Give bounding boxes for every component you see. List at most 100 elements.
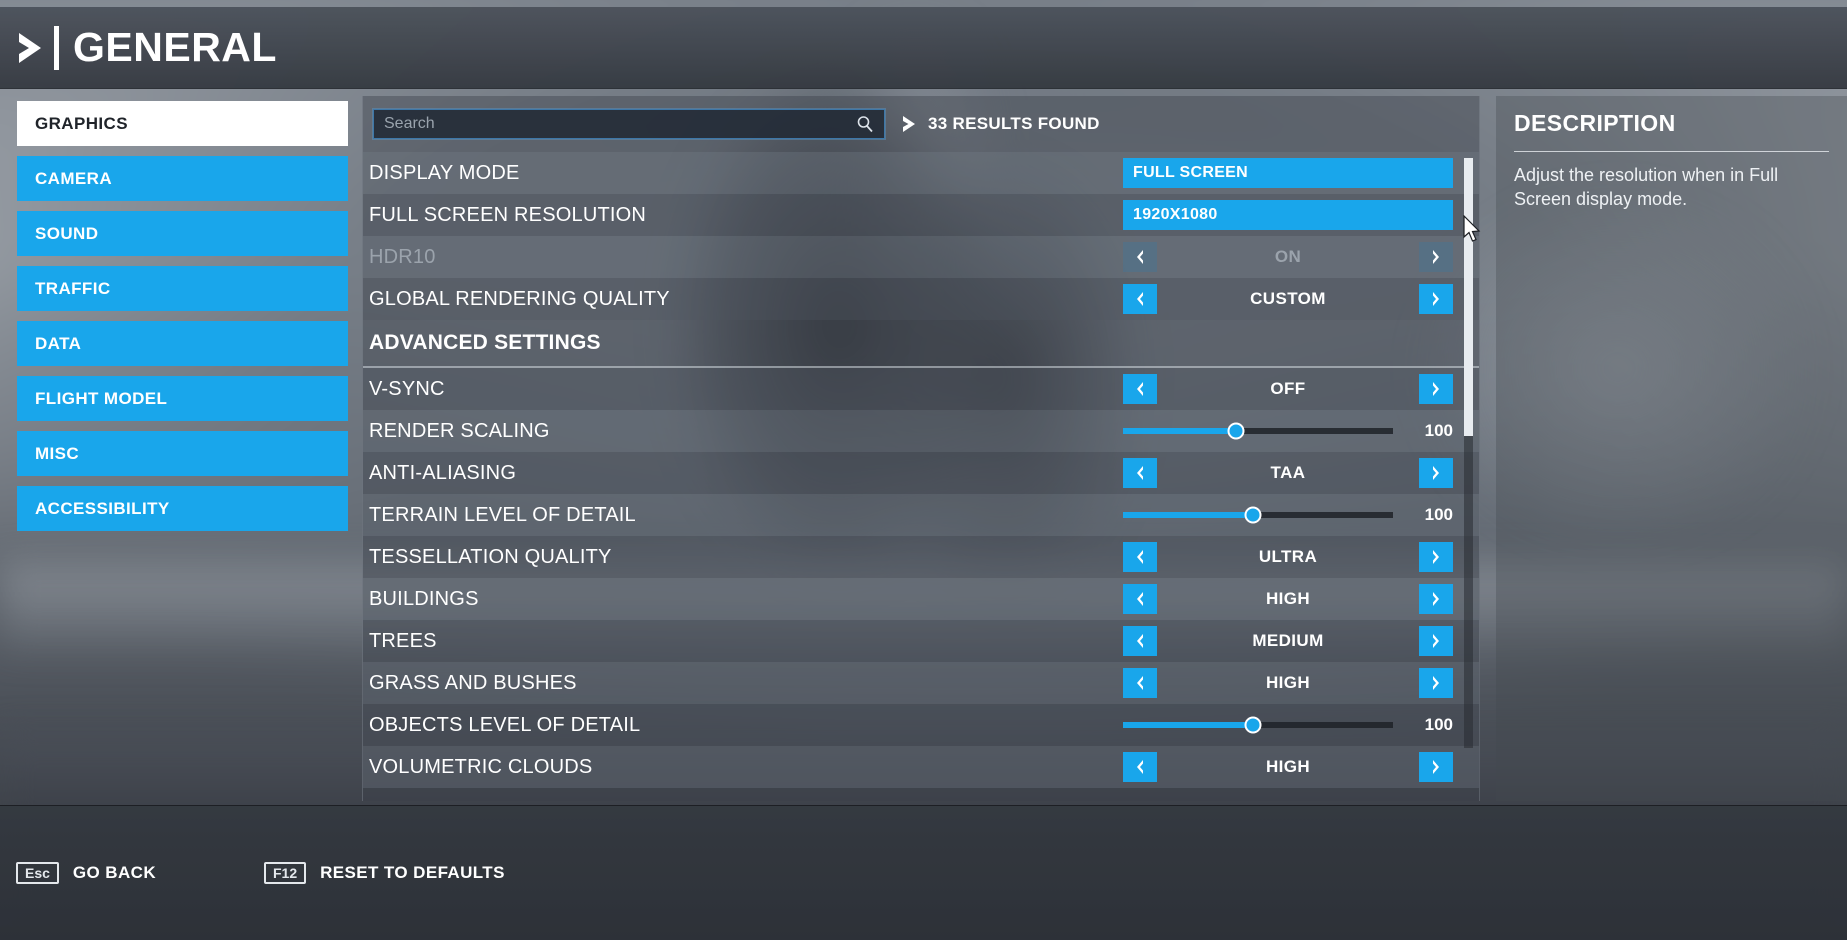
setting-row-trees[interactable]: TREES MEDIUM xyxy=(363,620,1479,662)
stepper-value: CUSTOM xyxy=(1250,289,1326,308)
description-panel: DESCRIPTION Adjust the resolution when i… xyxy=(1496,96,1847,801)
setting-row-terrain-level-of-detail[interactable]: TERRAIN LEVEL OF DETAIL 100 xyxy=(363,494,1479,536)
stepper: TAA xyxy=(1123,458,1453,488)
chevron-right-icon[interactable] xyxy=(1419,374,1453,404)
sidebar-item-misc[interactable]: MISC xyxy=(17,431,348,476)
sidebar-item-traffic[interactable]: TRAFFIC xyxy=(17,266,348,311)
stepper: MEDIUM xyxy=(1123,626,1453,656)
setting-row-render-scaling[interactable]: RENDER SCALING 100 xyxy=(363,410,1479,452)
stepper-value: HIGH xyxy=(1265,757,1311,776)
search-box[interactable] xyxy=(372,108,886,140)
sidebar-item-accessibility[interactable]: ACCESSIBILITY xyxy=(17,486,348,531)
sidebar: GRAPHICS CAMERA SOUND TRAFFIC DATA FLIGH… xyxy=(17,101,348,541)
footer-action-reset-to-defaults[interactable]: F12 RESET TO DEFAULTS xyxy=(264,862,505,884)
setting-label: VOLUMETRIC CLOUDS xyxy=(369,755,593,778)
slider-knob[interactable] xyxy=(1244,716,1262,734)
results-found: 33 RESULTS FOUND xyxy=(901,114,1100,134)
setting-row-v-sync[interactable]: V-SYNC OFF xyxy=(363,368,1479,410)
value-button[interactable]: 1920X1080 xyxy=(1123,200,1453,230)
slider-track[interactable] xyxy=(1123,422,1393,440)
chevron-left-icon[interactable] xyxy=(1123,374,1157,404)
sidebar-item-label: GRAPHICS xyxy=(35,113,128,133)
slider-track[interactable] xyxy=(1123,716,1393,734)
stepper: HIGH xyxy=(1123,584,1453,614)
chevron-left-icon xyxy=(1123,242,1157,272)
stepper: CUSTOM xyxy=(1123,284,1453,314)
setting-label: ANTI-ALIASING xyxy=(369,461,517,484)
slider[interactable]: 100 xyxy=(1123,505,1453,525)
chevron-right-icon[interactable] xyxy=(1419,668,1453,698)
setting-row-objects-level-of-detail[interactable]: OBJECTS LEVEL OF DETAIL 100 xyxy=(363,704,1479,746)
slider[interactable]: 100 xyxy=(1123,421,1453,441)
stepper: HIGH xyxy=(1123,752,1453,782)
sidebar-item-data[interactable]: DATA xyxy=(17,321,348,366)
search-input[interactable] xyxy=(384,115,856,133)
stepper: ON xyxy=(1123,242,1453,272)
sidebar-item-sound[interactable]: SOUND xyxy=(17,211,348,256)
slider-fill xyxy=(1123,722,1253,728)
setting-control: ON xyxy=(1123,242,1453,272)
chevron-left-icon[interactable] xyxy=(1123,542,1157,572)
slider-value: 100 xyxy=(1424,505,1453,524)
slider[interactable]: 100 xyxy=(1123,715,1453,735)
chevron-left-icon[interactable] xyxy=(1123,626,1157,656)
section-title: ADVANCED SETTINGS xyxy=(369,331,601,354)
chevron-right-icon[interactable] xyxy=(1419,626,1453,656)
chevron-left-icon[interactable] xyxy=(1123,584,1157,614)
setting-row-full-screen-resolution[interactable]: FULL SCREEN RESOLUTION 1920X1080 xyxy=(363,194,1479,236)
chevron-right-icon[interactable] xyxy=(1419,458,1453,488)
setting-row-display-mode[interactable]: DISPLAY MODE FULL SCREEN xyxy=(363,152,1479,194)
slider-fill xyxy=(1123,512,1253,518)
chevron-left-icon[interactable] xyxy=(1123,284,1157,314)
chevron-right-icon[interactable] xyxy=(1419,584,1453,614)
page-header: GENERAL xyxy=(0,7,1847,89)
header-divider xyxy=(54,25,59,70)
value-button[interactable]: FULL SCREEN xyxy=(1123,158,1453,188)
stepper-value: TAA xyxy=(1270,463,1306,482)
slider-track[interactable] xyxy=(1123,506,1393,524)
results-count-label: 33 RESULTS FOUND xyxy=(928,114,1100,133)
footer-action-label: RESET TO DEFAULTS xyxy=(320,863,505,882)
slider-knob[interactable] xyxy=(1244,506,1262,524)
setting-control: HIGH xyxy=(1123,752,1453,782)
sidebar-item-flight-model[interactable]: FLIGHT MODEL xyxy=(17,376,348,421)
sidebar-item-graphics[interactable]: GRAPHICS xyxy=(17,101,348,146)
slider-value: 100 xyxy=(1424,715,1453,734)
chevron-left-icon[interactable] xyxy=(1123,668,1157,698)
footer-bar: Esc GO BACK F12 RESET TO DEFAULTS xyxy=(0,805,1847,940)
chevron-left-icon[interactable] xyxy=(1123,752,1157,782)
setting-label: GLOBAL RENDERING QUALITY xyxy=(369,287,670,310)
footer-action-go-back[interactable]: Esc GO BACK xyxy=(16,862,156,884)
setting-row-grass-and-bushes[interactable]: GRASS AND BUSHES HIGH xyxy=(363,662,1479,704)
search-row: 33 RESULTS FOUND xyxy=(363,96,1479,152)
chevron-left-icon[interactable] xyxy=(1123,458,1157,488)
settings-panel: 33 RESULTS FOUND DISPLAY MODE FULL SCREE… xyxy=(362,96,1480,801)
setting-label: BUILDINGS xyxy=(369,587,479,610)
setting-row-volumetric-clouds[interactable]: VOLUMETRIC CLOUDS HIGH xyxy=(363,746,1479,788)
chevron-right-icon[interactable] xyxy=(1419,284,1453,314)
chevron-right-icon[interactable] xyxy=(1419,542,1453,572)
setting-row-anti-aliasing[interactable]: ANTI-ALIASING TAA xyxy=(363,452,1479,494)
sidebar-item-label: FLIGHT MODEL xyxy=(35,388,168,408)
setting-control: ULTRA xyxy=(1123,542,1453,572)
setting-label: HDR10 xyxy=(369,245,436,268)
chevron-right-icon xyxy=(16,29,46,67)
description-body: Adjust the resolution when in Full Scree… xyxy=(1514,165,1779,209)
sidebar-item-label: ACCESSIBILITY xyxy=(35,498,170,518)
setting-row-hdr10: HDR10 ON xyxy=(363,236,1479,278)
search-icon[interactable] xyxy=(856,115,874,133)
setting-label: TERRAIN LEVEL OF DETAIL xyxy=(369,503,636,526)
key-badge: F12 xyxy=(264,862,307,884)
setting-row-buildings[interactable]: BUILDINGS HIGH xyxy=(363,578,1479,620)
sidebar-item-label: MISC xyxy=(35,443,80,463)
footer-action-label: GO BACK xyxy=(72,863,156,882)
stepper-value: HIGH xyxy=(1265,589,1311,608)
setting-control: 100 xyxy=(1123,421,1453,441)
slider-knob[interactable] xyxy=(1227,422,1245,440)
chevron-right-icon[interactable] xyxy=(1419,752,1453,782)
sidebar-item-camera[interactable]: CAMERA xyxy=(17,156,348,201)
setting-row-tessellation-quality[interactable]: TESSELLATION QUALITY ULTRA xyxy=(363,536,1479,578)
scrollbar-thumb[interactable] xyxy=(1464,158,1473,436)
setting-row-global-rendering-quality[interactable]: GLOBAL RENDERING QUALITY CUSTOM xyxy=(363,278,1479,320)
slider-fill xyxy=(1123,428,1237,434)
